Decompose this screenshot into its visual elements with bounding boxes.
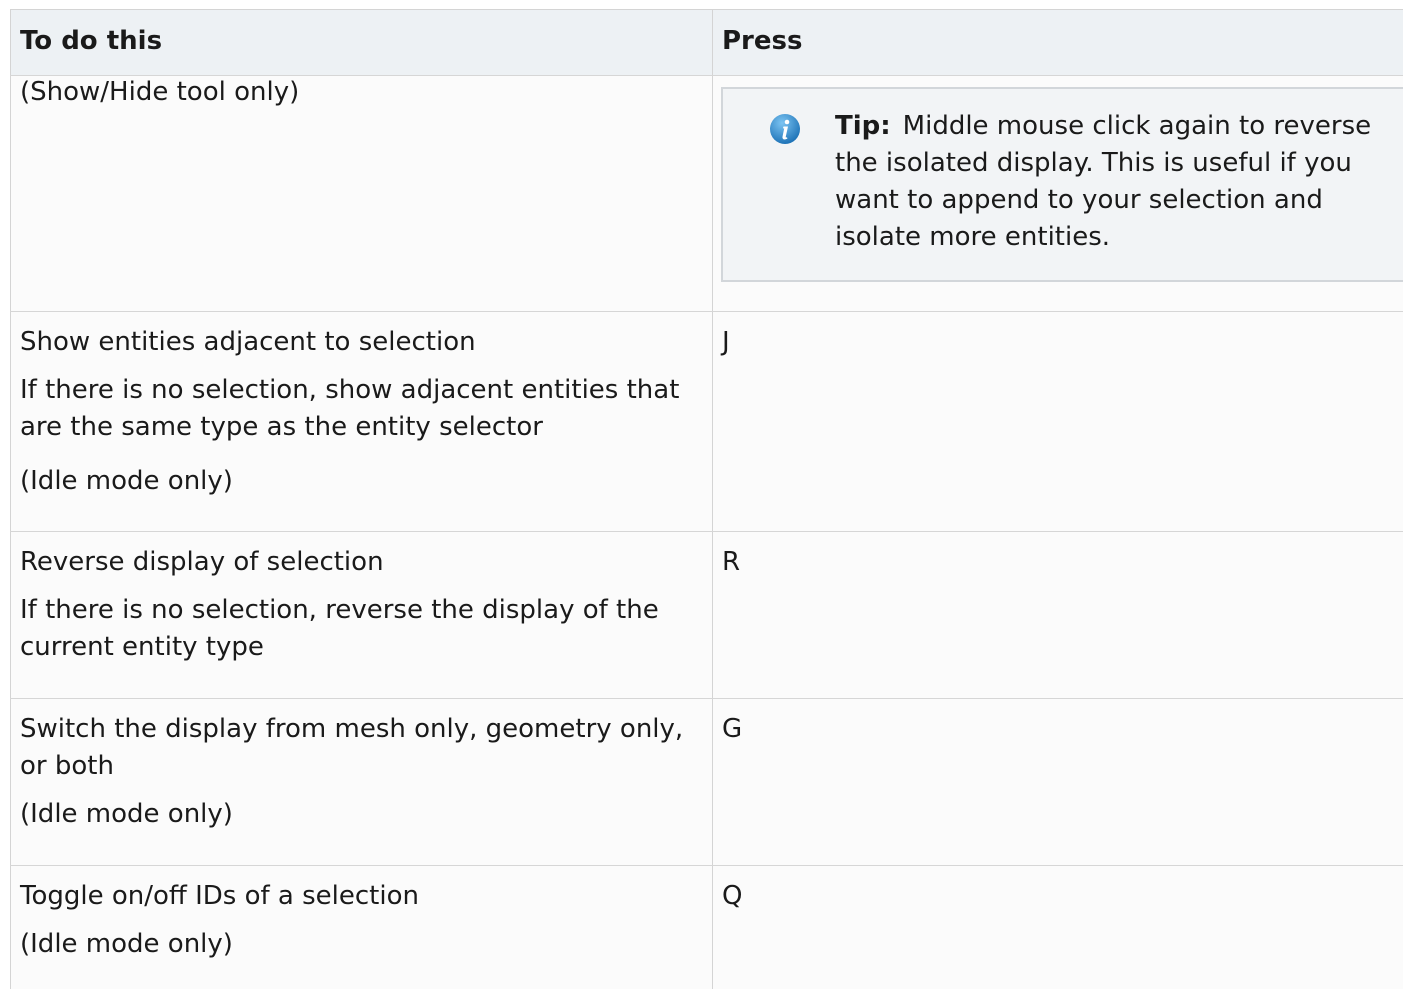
action-title: Reverse display of selection [20,547,384,577]
action-note: (Idle mode only) [20,466,233,496]
table-row-action: (Show/Hide tool only) [20,74,710,111]
tip-text: Tip: Middle mouse click again to reverse … [835,108,1375,256]
table-row-action: Switch the display from mesh only, geome… [20,711,710,833]
column-divider [712,9,713,989]
action-note: (Idle mode only) [20,929,233,959]
tip-body: Middle mouse click again to reverse the … [835,111,1372,252]
shortcut-key-j: J [722,327,730,357]
shortcut-key-r: R [722,547,741,577]
table-row-action: Reverse display of selection If there is… [20,544,710,666]
header-action: To do this [20,26,163,56]
row-divider [10,531,1403,532]
action-detail: If there is no selection, show adjacent … [20,375,680,442]
action-detail: If there is no selection, reverse the di… [20,595,659,662]
row-divider [10,698,1403,699]
tip-box: Tip: Middle mouse click again to reverse … [721,87,1403,282]
table-header [11,10,1403,75]
shortcut-key-q: Q [722,881,743,911]
action-note: (Idle mode only) [20,799,233,829]
table-row-action: Show entities adjacent to selection If t… [20,324,710,500]
action-title: Toggle on/off IDs of a selection [20,881,419,911]
shortcut-key-g: G [722,714,743,744]
row-divider [10,311,1403,312]
action-title: Switch the display from mesh only, geome… [20,714,684,781]
row-divider [10,865,1403,866]
action-note: (Show/Hide tool only) [20,77,300,107]
table-row-action: Toggle on/off IDs of a selection (Idle m… [20,878,710,963]
tip-label: Tip: [835,111,891,141]
header-key: Press [722,26,803,56]
action-title: Show entities adjacent to selection [20,327,476,357]
info-icon [770,114,800,144]
